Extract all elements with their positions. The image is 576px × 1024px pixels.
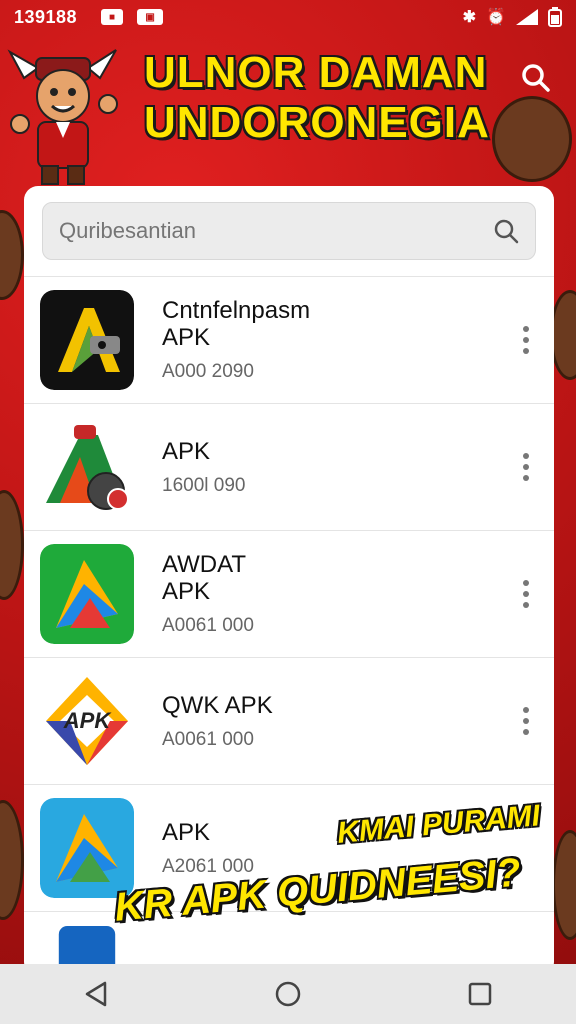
- more-vert-icon: [523, 453, 529, 459]
- list-item[interactable]: Cntnfelnpasm APK A000 2090: [24, 277, 554, 404]
- more-options-button[interactable]: [518, 703, 534, 739]
- app-name: AWDAT APK: [162, 551, 246, 605]
- status-time: 139188: [14, 6, 78, 27]
- search-bar[interactable]: [42, 202, 536, 260]
- mascot-decoration: [0, 800, 24, 920]
- mascot-logo: [7, 49, 118, 185]
- battery-icon: [548, 7, 562, 27]
- app-info: AWDAT APK A0061 000: [162, 551, 254, 637]
- more-options-button[interactable]: [518, 449, 534, 485]
- more-options-button[interactable]: [518, 576, 534, 612]
- mascot-decoration: [0, 490, 24, 600]
- signal-icon: [516, 9, 538, 25]
- notification-icon: ■: [101, 9, 124, 25]
- app-meta: 1600l 090: [162, 474, 246, 496]
- app-name: Cntnfelnpasm APK: [162, 297, 311, 351]
- list-item[interactable]: APK 1600l 090: [24, 404, 554, 531]
- search-icon: [522, 64, 550, 92]
- app-info: QWK APK A0061 000: [162, 692, 273, 751]
- back-button[interactable]: [66, 964, 126, 1024]
- more-vert-icon: [523, 326, 529, 332]
- app-name: APK: [162, 437, 211, 465]
- promo-line-2: KR APK QUIDNEESI?: [112, 850, 523, 930]
- app-meta: A000 2090: [162, 361, 254, 382]
- promo-banner: KMAI PURAMI KR APK QUIDNEESI?: [108, 799, 548, 958]
- mascot-decoration: [0, 210, 24, 300]
- mascot-decoration: [552, 830, 576, 940]
- app-info: Cntnfelnpasm APK A000 2090: [162, 297, 310, 383]
- page-title: ULNOR DAMAN UNDORONEGIA: [144, 48, 504, 148]
- app-icon: [40, 290, 134, 390]
- header-search-button[interactable]: [516, 58, 556, 98]
- app-name: QWK APK: [162, 691, 273, 719]
- search-input[interactable]: [59, 218, 493, 244]
- navigation-bar: [0, 964, 576, 1024]
- header-banner: ULNOR DAMAN UNDORONEGIA: [0, 34, 576, 185]
- home-icon: [275, 981, 301, 1007]
- home-button[interactable]: [258, 964, 318, 1024]
- title-line-1: ULNOR DAMAN: [144, 48, 488, 97]
- app-info: APK 1600l 090: [162, 438, 245, 497]
- list-item[interactable]: AWDAT APK A0061 000: [24, 531, 554, 658]
- recents-button[interactable]: [450, 964, 510, 1024]
- app-icon: [40, 544, 134, 644]
- app-meta: A0061 000: [162, 615, 254, 636]
- status-system-icons: ✱ ⏰: [463, 7, 562, 27]
- notification-icon: ▣: [137, 9, 164, 25]
- more-options-button[interactable]: [518, 322, 534, 358]
- app-meta: A0061 000: [162, 728, 254, 750]
- more-vert-icon: [523, 580, 529, 586]
- more-vert-icon: [523, 707, 529, 713]
- bluetooth-icon: ✱: [462, 9, 477, 26]
- search-icon[interactable]: [493, 218, 519, 244]
- app-icon: [46, 425, 129, 510]
- status-bar: 139188 ■ ▣ ✱ ⏰: [0, 0, 576, 34]
- recents-icon: [468, 982, 492, 1006]
- app-icon-label: APK: [63, 708, 111, 733]
- status-notification-icons: ■ ▣: [101, 9, 164, 25]
- app-icon: APK: [40, 671, 134, 771]
- list-item[interactable]: APK QWK APK A0061 000: [24, 658, 554, 785]
- title-line-2: UNDORONEGIA: [144, 98, 490, 147]
- alarm-icon: ⏰: [486, 9, 506, 26]
- back-icon: [85, 981, 107, 1007]
